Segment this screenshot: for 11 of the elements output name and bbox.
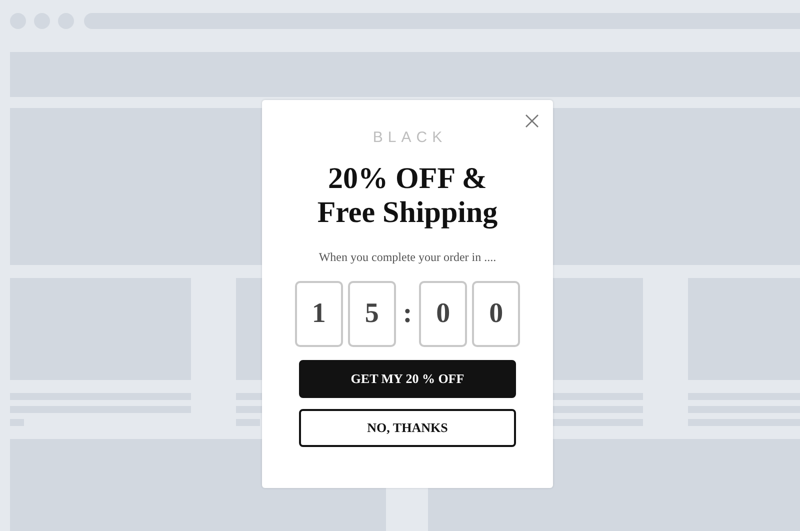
countdown-digit: 0 [419,281,468,347]
countdown-separator: : [402,298,414,330]
claim-discount-button[interactable]: GET MY 20 % OFF [299,360,516,398]
subtitle: When you complete your order in .... [318,250,496,264]
countdown-digit: 0 [472,281,520,347]
headline: 20% OFF & Free Shipping [317,162,498,230]
close-icon[interactable] [525,114,539,128]
brand-logo: BLACK [372,128,448,148]
decline-button[interactable]: NO, THANKS [299,409,516,447]
countdown-digit: 1 [294,281,343,347]
countdown-digit: 5 [348,281,396,347]
